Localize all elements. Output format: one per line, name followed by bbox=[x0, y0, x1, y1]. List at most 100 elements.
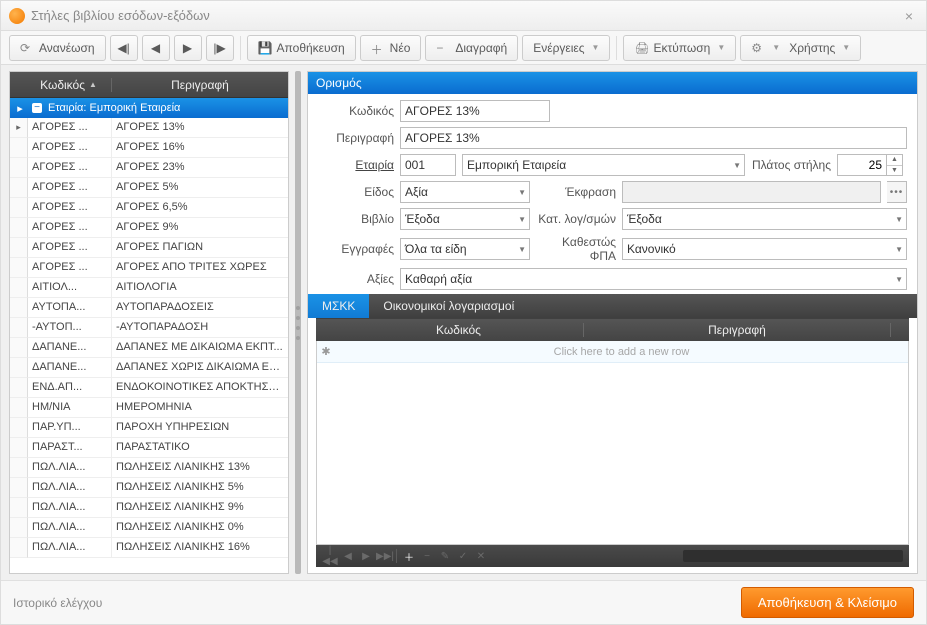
collapse-icon[interactable]: − bbox=[32, 103, 42, 113]
table-row[interactable]: ΑΓΟΡΕΣ ...ΑΓΟΡΕΣ ΑΠΟ ΤΡΙΤΕΣ ΧΩΡΕΣ bbox=[10, 258, 288, 278]
sg-hscroll[interactable] bbox=[683, 550, 903, 562]
cell-code: ΑΥΤΟΠΑ... bbox=[28, 298, 112, 318]
table-row[interactable]: ΑΙΤΙΟΛ...ΑΙΤΙΟΛΟΓΙΑ bbox=[10, 278, 288, 298]
sg-edit-icon[interactable]: ✎ bbox=[437, 551, 453, 562]
cell-desc: ΑΓΟΡΕΣ 5% bbox=[112, 178, 288, 198]
kind-value: Αξία bbox=[405, 185, 428, 199]
chevron-down-icon: ▼ bbox=[733, 161, 741, 170]
expr-field[interactable] bbox=[622, 181, 881, 203]
book-select[interactable]: Έξοδα▼ bbox=[400, 208, 530, 230]
table-row[interactable]: ΕΝΔ.ΑΠ...ΕΝΔΟΚΟΙΝΟΤΙΚΕΣ ΑΠΟΚΤΗΣΕΙΣ bbox=[10, 378, 288, 398]
refresh-button[interactable]: ⟳ Ανανέωση bbox=[9, 35, 106, 61]
cell-code: ΔΑΠΑΝΕ... bbox=[28, 338, 112, 358]
group-row[interactable]: ▸−Εταιρία: Εμπορική Εταιρεία bbox=[10, 98, 288, 118]
table-row[interactable]: ΑΓΟΡΕΣ ...ΑΓΟΡΕΣ 5% bbox=[10, 178, 288, 198]
sub-col-code[interactable]: Κωδικός bbox=[334, 323, 584, 337]
sg-next-icon[interactable]: ▶ bbox=[358, 551, 374, 562]
save-button[interactable]: 💾 Αποθήκευση bbox=[247, 35, 356, 61]
nav-last-button[interactable]: |▶ bbox=[206, 35, 234, 61]
step-down-icon[interactable]: ▼ bbox=[887, 166, 902, 176]
cell-desc: ΑΓΟΡΕΣ 13% bbox=[112, 118, 288, 138]
col-header-code-label: Κωδικός bbox=[40, 78, 85, 92]
label-expr: Έκφραση bbox=[536, 185, 616, 199]
sg-prev-icon[interactable]: ◀ bbox=[340, 551, 356, 562]
table-row[interactable]: -ΑΥΤΟΠ...-ΑΥΤΟΠΑΡΑΔΟΣΗ bbox=[10, 318, 288, 338]
desc-field[interactable] bbox=[400, 127, 907, 149]
row-gutter bbox=[10, 498, 28, 518]
left-grid: Κωδικός ▲ Περιγραφή ▸−Εταιρία: Εμπορική … bbox=[9, 71, 289, 574]
row-gutter bbox=[10, 338, 28, 358]
user-button[interactable]: ⚙ ▼ Χρήστης ▼ bbox=[740, 35, 861, 61]
table-row[interactable]: ΠΩΛ.ΛΙΑ...ΠΩΛΗΣΕΙΣ ΛΙΑΝΙΚΗΣ 13% bbox=[10, 458, 288, 478]
table-row[interactable]: ΑΥΤΟΠΑ...ΑΥΤΟΠΑΡΑΔΟΣΕΙΣ bbox=[10, 298, 288, 318]
table-row[interactable]: ΠΩΛ.ΛΙΑ...ΠΩΛΗΣΕΙΣ ΛΙΑΝΙΚΗΣ 16% bbox=[10, 538, 288, 558]
table-row[interactable]: ΔΑΠΑΝΕ...ΔΑΠΑΝΕΣ ΜΕ ΔΙΚΑΙΩΜΑ ΕΚΠΤ... bbox=[10, 338, 288, 358]
sort-asc-icon: ▲ bbox=[89, 80, 97, 89]
table-row[interactable]: ΔΑΠΑΝΕ...ΔΑΠΑΝΕΣ ΧΩΡΙΣ ΔΙΚΑΙΩΜΑ ΕΚ... bbox=[10, 358, 288, 378]
sub-grid: Κωδικός Περιγραφή ✱ Click here to add a … bbox=[316, 318, 909, 567]
new-button[interactable]: ＋ Νέο bbox=[360, 35, 422, 61]
chevron-down-icon: ▼ bbox=[518, 188, 526, 197]
sg-last-icon[interactable]: ▶▶| bbox=[376, 551, 392, 562]
vat-select[interactable]: Κανονικό▼ bbox=[622, 238, 907, 260]
sg-first-icon[interactable]: |◀◀ bbox=[322, 545, 338, 567]
company-select[interactable]: Εμπορική Εταιρεία ▼ bbox=[462, 154, 745, 176]
step-up-icon[interactable]: ▲ bbox=[887, 155, 902, 166]
table-row[interactable]: ΠΩΛ.ΛΙΑ...ΠΩΛΗΣΕΙΣ ΛΙΑΝΙΚΗΣ 0% bbox=[10, 518, 288, 538]
table-row[interactable]: ΠΑΡ.ΥΠ...ΠΑΡΟΧΗ ΥΠΗΡΕΣΙΩΝ bbox=[10, 418, 288, 438]
actions-button[interactable]: Ενέργειες ▼ bbox=[522, 35, 610, 61]
col-header-desc[interactable]: Περιγραφή bbox=[112, 78, 288, 92]
sg-cancel-icon[interactable]: ✕ bbox=[473, 551, 489, 562]
sg-remove-icon[interactable]: − bbox=[419, 551, 435, 562]
cell-desc: ΠΑΡΑΣΤΑΤΙΚΟ bbox=[112, 438, 288, 458]
cell-code: ΕΝΔ.ΑΠ... bbox=[28, 378, 112, 398]
tab-mskk[interactable]: ΜΣΚΚ bbox=[308, 294, 369, 318]
nav-next-button[interactable]: ▶ bbox=[174, 35, 202, 61]
nav-prev-button[interactable]: ◀ bbox=[142, 35, 170, 61]
sg-ok-icon[interactable]: ✓ bbox=[455, 551, 471, 562]
chevron-down-icon: ▼ bbox=[895, 275, 903, 284]
label-values: Αξίες bbox=[318, 272, 394, 286]
nav-first-button[interactable]: ◀| bbox=[110, 35, 138, 61]
table-row[interactable]: ΗΜ/ΝΙΑΗΜΕΡΟΜΗΝΙΑ bbox=[10, 398, 288, 418]
splitter[interactable] bbox=[295, 71, 301, 574]
new-row[interactable]: ✱ Click here to add a new row bbox=[317, 341, 908, 363]
sub-col-desc[interactable]: Περιγραφή bbox=[584, 323, 891, 337]
save-close-button[interactable]: Αποθήκευση & Κλείσιμο bbox=[741, 587, 914, 618]
grid-body[interactable]: ▸−Εταιρία: Εμπορική Εταιρεία▸ΑΓΟΡΕΣ ...Α… bbox=[10, 98, 288, 573]
row-gutter bbox=[10, 238, 28, 258]
entries-select[interactable]: Όλα τα είδη▼ bbox=[400, 238, 530, 260]
table-row[interactable]: ▸ΑΓΟΡΕΣ ...ΑΓΟΡΕΣ 13% bbox=[10, 118, 288, 138]
label-company[interactable]: Εταιρία bbox=[318, 158, 394, 172]
col-header-code[interactable]: Κωδικός ▲ bbox=[26, 78, 112, 92]
table-row[interactable]: ΑΓΟΡΕΣ ...ΑΓΟΡΕΣ 9% bbox=[10, 218, 288, 238]
table-row[interactable]: ΠΩΛ.ΛΙΑ...ΠΩΛΗΣΕΙΣ ΛΙΑΝΙΚΗΣ 5% bbox=[10, 478, 288, 498]
table-row[interactable]: ΠΑΡΑΣΤ...ΠΑΡΑΣΤΑΤΙΚΟ bbox=[10, 438, 288, 458]
tab-accounts[interactable]: Οικονομικοί λογαριασμοί bbox=[369, 294, 528, 318]
print-button[interactable]: 🖨 Εκτύπωση ▼ bbox=[623, 35, 736, 61]
sub-grid-body[interactable]: ✱ Click here to add a new row bbox=[316, 341, 909, 545]
cell-code: ΑΙΤΙΟΛ... bbox=[28, 278, 112, 298]
chevron-down-icon: ▼ bbox=[518, 245, 526, 254]
company-code-field[interactable] bbox=[400, 154, 456, 176]
history-link[interactable]: Ιστορικό ελέγχου bbox=[13, 596, 102, 610]
expr-picker-button[interactable]: ••• bbox=[887, 181, 907, 203]
table-row[interactable]: ΑΓΟΡΕΣ ...ΑΓΟΡΕΣ ΠΑΓΙΩΝ bbox=[10, 238, 288, 258]
cell-desc: ΑΓΟΡΕΣ 16% bbox=[112, 138, 288, 158]
cell-desc: ΑΓΟΡΕΣ ΠΑΓΙΩΝ bbox=[112, 238, 288, 258]
table-row[interactable]: ΑΓΟΡΕΣ ...ΑΓΟΡΕΣ 16% bbox=[10, 138, 288, 158]
close-icon[interactable]: × bbox=[900, 8, 918, 24]
sg-add-icon[interactable]: ＋ bbox=[401, 549, 417, 564]
acct-cat-select[interactable]: Έξοδα▼ bbox=[622, 208, 907, 230]
delete-button[interactable]: − Διαγραφή bbox=[425, 35, 518, 61]
table-row[interactable]: ΑΓΟΡΕΣ ...ΑΓΟΡΕΣ 23% bbox=[10, 158, 288, 178]
cell-code: ΗΜ/ΝΙΑ bbox=[28, 398, 112, 418]
colwidth-input[interactable] bbox=[837, 154, 887, 176]
kind-select[interactable]: Αξία ▼ bbox=[400, 181, 530, 203]
table-row[interactable]: ΠΩΛ.ΛΙΑ...ΠΩΛΗΣΕΙΣ ΛΙΑΝΙΚΗΣ 9% bbox=[10, 498, 288, 518]
table-row[interactable]: ΑΓΟΡΕΣ ...ΑΓΟΡΕΣ 6,5% bbox=[10, 198, 288, 218]
colwidth-stepper[interactable]: ▲ ▼ bbox=[837, 154, 907, 176]
code-field[interactable] bbox=[400, 100, 550, 122]
row-gutter bbox=[10, 218, 28, 238]
values-select[interactable]: Καθαρή αξία▼ bbox=[400, 268, 907, 290]
